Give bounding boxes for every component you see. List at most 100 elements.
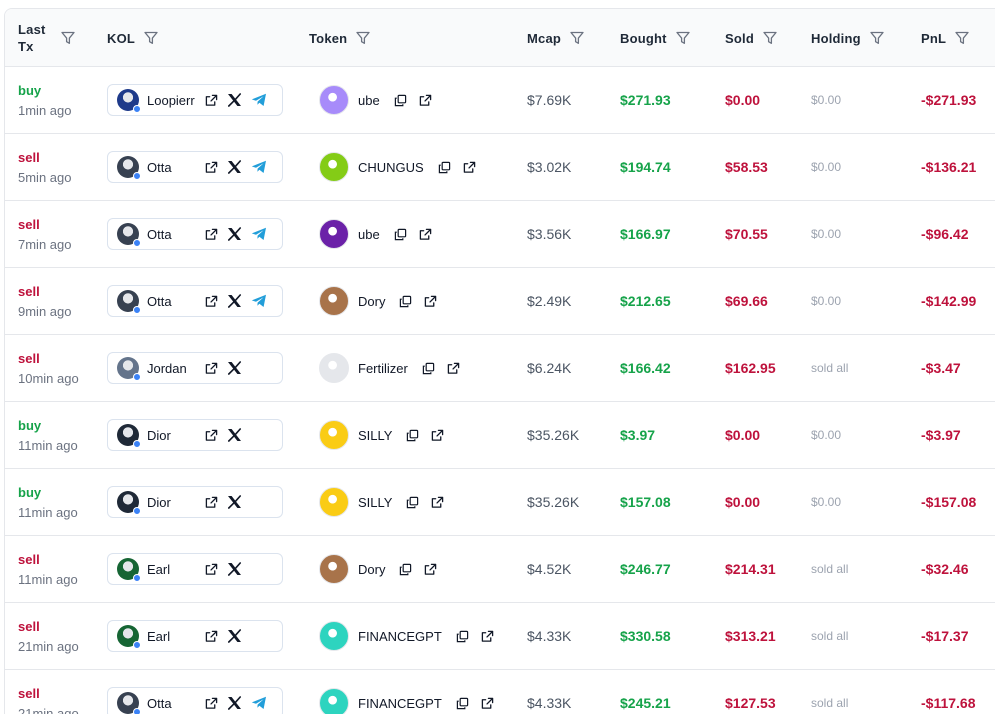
kol-name[interactable]: Loopierr bbox=[147, 93, 199, 108]
kol-name[interactable]: Earl bbox=[147, 629, 199, 644]
external-link-icon[interactable] bbox=[419, 94, 432, 107]
status-dot bbox=[133, 507, 141, 515]
kol-pill[interactable]: Otta bbox=[107, 285, 283, 317]
table-row[interactable]: sell 21min ago Earl FINANCEGPT $4.33K $3… bbox=[5, 603, 995, 670]
token-name[interactable]: Fertilizer bbox=[358, 361, 408, 376]
external-link-icon[interactable] bbox=[431, 496, 444, 509]
external-link-icon[interactable] bbox=[419, 228, 432, 241]
x-icon[interactable] bbox=[227, 93, 242, 107]
kol-name[interactable]: Dior bbox=[147, 495, 199, 510]
external-link-icon[interactable] bbox=[205, 362, 218, 375]
copy-icon[interactable] bbox=[406, 429, 419, 442]
external-link-icon[interactable] bbox=[205, 429, 218, 442]
kol-pill[interactable]: Earl bbox=[107, 620, 283, 652]
last-tx-cell: buy 11min ago bbox=[18, 469, 78, 535]
x-icon[interactable] bbox=[227, 629, 242, 643]
table-row[interactable]: sell 10min ago Jordan Fertilizer $6.24K … bbox=[5, 335, 995, 402]
table-row[interactable]: buy 11min ago Dior SILLY $35.26K $157.08… bbox=[5, 469, 995, 536]
telegram-icon[interactable] bbox=[251, 696, 267, 710]
copy-icon[interactable] bbox=[406, 496, 419, 509]
kol-pill[interactable]: Otta bbox=[107, 687, 283, 714]
external-link-icon[interactable] bbox=[205, 161, 218, 174]
external-link-icon[interactable] bbox=[205, 563, 218, 576]
token-name[interactable]: FINANCEGPT bbox=[358, 629, 442, 644]
table-row[interactable]: buy 11min ago Dior SILLY $35.26K $3.97 $… bbox=[5, 402, 995, 469]
kol-pill[interactable]: Dior bbox=[107, 419, 283, 451]
tx-time-label: 11min ago bbox=[18, 505, 78, 520]
filter-icon[interactable] bbox=[569, 30, 585, 46]
kol-pill[interactable]: Earl bbox=[107, 553, 283, 585]
kol-pill[interactable]: Dior bbox=[107, 486, 283, 518]
token-name[interactable]: ube bbox=[358, 227, 380, 242]
kol-name[interactable]: Otta bbox=[147, 160, 199, 175]
copy-icon[interactable] bbox=[394, 94, 407, 107]
x-icon[interactable] bbox=[227, 227, 242, 241]
copy-icon[interactable] bbox=[456, 630, 469, 643]
telegram-icon[interactable] bbox=[251, 160, 267, 174]
kol-pill[interactable]: Jordan bbox=[107, 352, 283, 384]
table-row[interactable]: buy 1min ago Loopierr ube $7.69K $271.93… bbox=[5, 67, 995, 134]
external-link-icon[interactable] bbox=[481, 630, 494, 643]
token-name[interactable]: SILLY bbox=[358, 495, 392, 510]
copy-icon[interactable] bbox=[399, 295, 412, 308]
kol-name[interactable]: Jordan bbox=[147, 361, 199, 376]
filter-icon[interactable] bbox=[60, 30, 76, 46]
token-actions bbox=[438, 161, 476, 174]
token-name[interactable]: FINANCEGPT bbox=[358, 696, 442, 711]
table-row[interactable]: sell 11min ago Earl Dory $4.52K $246.77 … bbox=[5, 536, 995, 603]
external-link-icon[interactable] bbox=[205, 94, 218, 107]
external-link-icon[interactable] bbox=[431, 429, 444, 442]
kol-name[interactable]: Otta bbox=[147, 294, 199, 309]
x-icon[interactable] bbox=[227, 696, 242, 710]
copy-icon[interactable] bbox=[456, 697, 469, 710]
filter-icon[interactable] bbox=[143, 30, 159, 46]
kol-pill[interactable]: Otta bbox=[107, 151, 283, 183]
x-icon[interactable] bbox=[227, 562, 242, 576]
kol-name[interactable]: Otta bbox=[147, 227, 199, 242]
kol-name[interactable]: Dior bbox=[147, 428, 199, 443]
telegram-icon[interactable] bbox=[251, 294, 267, 308]
x-icon[interactable] bbox=[227, 495, 242, 509]
filter-icon[interactable] bbox=[355, 30, 371, 46]
external-link-icon[interactable] bbox=[424, 295, 437, 308]
filter-icon[interactable] bbox=[762, 30, 778, 46]
external-link-icon[interactable] bbox=[463, 161, 476, 174]
copy-icon[interactable] bbox=[394, 228, 407, 241]
copy-icon[interactable] bbox=[399, 563, 412, 576]
token-name[interactable]: ube bbox=[358, 93, 380, 108]
telegram-icon[interactable] bbox=[251, 93, 267, 107]
filter-icon[interactable] bbox=[869, 30, 885, 46]
kol-name[interactable]: Otta bbox=[147, 696, 199, 711]
x-icon[interactable] bbox=[227, 428, 242, 442]
token-name[interactable]: SILLY bbox=[358, 428, 392, 443]
external-link-icon[interactable] bbox=[205, 630, 218, 643]
kol-name[interactable]: Earl bbox=[147, 562, 199, 577]
table-row[interactable]: sell 5min ago Otta CHUNGUS $3.02K $194.7… bbox=[5, 134, 995, 201]
copy-icon[interactable] bbox=[422, 362, 435, 375]
tx-time-label: 9min ago bbox=[18, 304, 72, 319]
token-name[interactable]: CHUNGUS bbox=[358, 160, 424, 175]
external-link-icon[interactable] bbox=[447, 362, 460, 375]
external-link-icon[interactable] bbox=[481, 697, 494, 710]
table-row[interactable]: sell 9min ago Otta Dory $2.49K $212.65 $… bbox=[5, 268, 995, 335]
tx-time-label: 21min ago bbox=[18, 639, 79, 654]
telegram-icon[interactable] bbox=[251, 227, 267, 241]
last-tx-cell: sell 9min ago bbox=[18, 268, 71, 334]
table-row[interactable]: sell 7min ago Otta ube $3.56K $166.97 $7… bbox=[5, 201, 995, 268]
filter-icon[interactable] bbox=[954, 30, 970, 46]
token-name[interactable]: Dory bbox=[358, 562, 385, 577]
external-link-icon[interactable] bbox=[205, 295, 218, 308]
external-link-icon[interactable] bbox=[205, 496, 218, 509]
external-link-icon[interactable] bbox=[205, 697, 218, 710]
table-row[interactable]: sell 21min ago Otta FINANCEGPT $4.33K $2… bbox=[5, 670, 995, 714]
x-icon[interactable] bbox=[227, 160, 242, 174]
x-icon[interactable] bbox=[227, 361, 242, 375]
token-name[interactable]: Dory bbox=[358, 294, 385, 309]
external-link-icon[interactable] bbox=[205, 228, 218, 241]
external-link-icon[interactable] bbox=[424, 563, 437, 576]
kol-pill[interactable]: Otta bbox=[107, 218, 283, 250]
x-icon[interactable] bbox=[227, 294, 242, 308]
filter-icon[interactable] bbox=[675, 30, 691, 46]
copy-icon[interactable] bbox=[438, 161, 451, 174]
kol-pill[interactable]: Loopierr bbox=[107, 84, 283, 116]
